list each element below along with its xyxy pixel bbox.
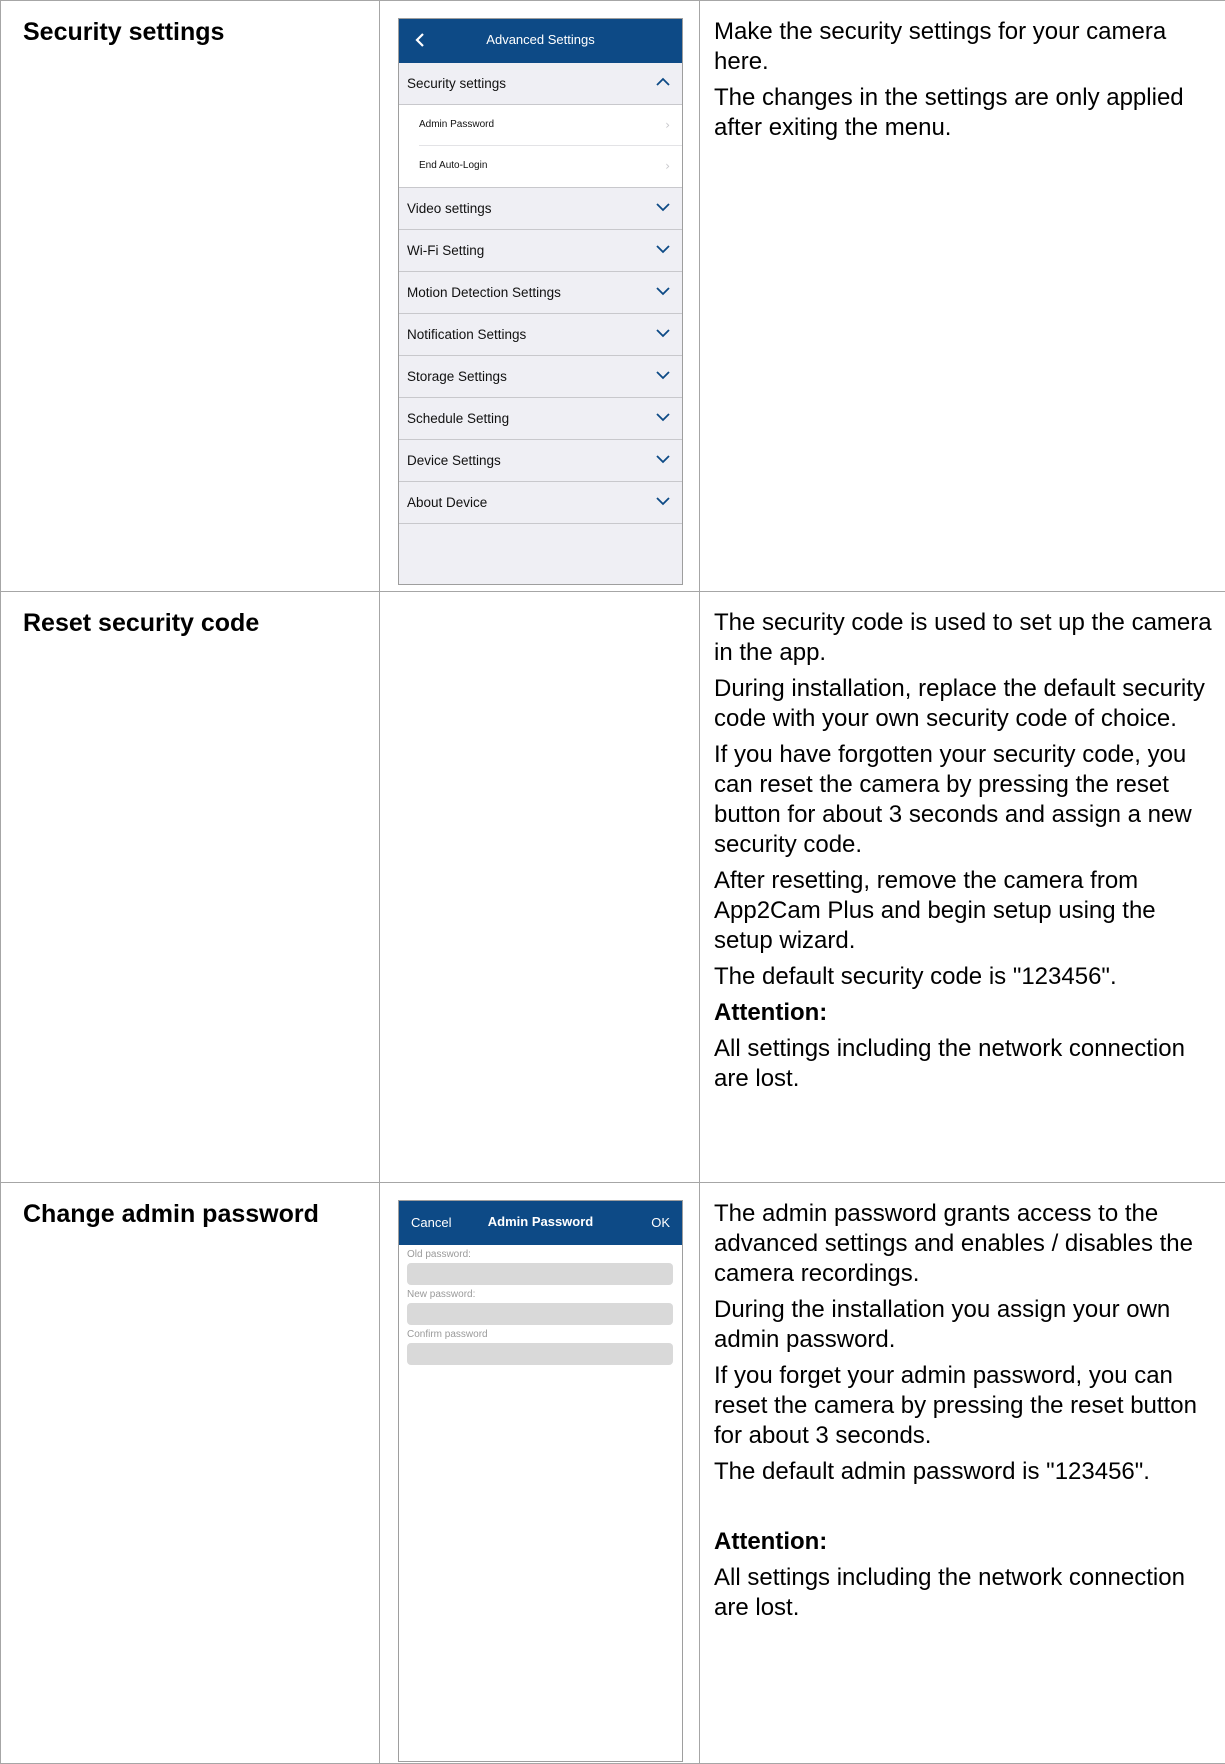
description-text: If you have forgotten your security code… <box>714 740 1216 860</box>
description-text: During the installation you assign your … <box>714 1295 1216 1355</box>
table-row: Reset security code The security code is… <box>1 592 1225 1183</box>
chevron-down-icon <box>656 328 670 338</box>
heading-cell: Reset security code <box>1 592 380 1183</box>
description-text: After resetting, remove the camera from … <box>714 866 1216 956</box>
new-password-field[interactable] <box>407 1303 673 1325</box>
section-label: Video settings <box>407 201 492 216</box>
sub-item-label: End Auto-Login <box>419 160 487 171</box>
section-notification-settings[interactable]: Notification Settings <box>399 314 682 356</box>
description-text: All settings including the network conne… <box>714 1563 1216 1623</box>
field-label: Old password: <box>399 1245 682 1262</box>
description-text: Make the security settings for your came… <box>714 17 1216 77</box>
description-cell: The admin password grants access to the … <box>700 1183 1225 1764</box>
chevron-down-icon <box>656 244 670 254</box>
table-row: Security settings Advanced Settings Secu… <box>1 1 1225 592</box>
chevron-down-icon <box>656 412 670 422</box>
section-label: Storage Settings <box>407 369 507 384</box>
section-device-settings[interactable]: Device Settings <box>399 440 682 482</box>
screenshot-cell: Advanced Settings Security settings Admi… <box>380 1 700 592</box>
row-heading: Security settings <box>1 1 379 47</box>
old-password-field[interactable] <box>407 1263 673 1285</box>
empty-cell <box>380 592 700 1183</box>
heading-cell: Security settings <box>1 1 380 592</box>
section-wifi-setting[interactable]: Wi-Fi Setting <box>399 230 682 272</box>
chevron-down-icon <box>656 370 670 380</box>
description-text: All settings including the network conne… <box>714 1034 1216 1094</box>
chevron-up-icon <box>656 77 670 87</box>
attention-label: Attention: <box>714 998 1216 1028</box>
section-video-settings[interactable]: Video settings <box>399 188 682 230</box>
sub-item-admin-password[interactable]: Admin Password › <box>399 105 682 146</box>
description-text: The admin password grants access to the … <box>714 1199 1216 1289</box>
chevron-right-icon: › <box>665 118 670 132</box>
nav-bar: Advanced Settings <box>399 19 682 63</box>
screenshot-cell: Cancel Admin Password OK Old password: N… <box>380 1183 700 1764</box>
description-text: The changes in the settings are only app… <box>714 83 1216 143</box>
admin-password-screen: Cancel Admin Password OK Old password: N… <box>398 1200 683 1762</box>
field-label: Confirm password <box>399 1325 682 1342</box>
section-label: About Device <box>407 495 487 510</box>
advanced-settings-screen: Advanced Settings Security settings Admi… <box>398 18 683 585</box>
section-label: Schedule Setting <box>407 411 509 426</box>
field-label: New password: <box>399 1285 682 1302</box>
section-schedule-setting[interactable]: Schedule Setting <box>399 398 682 440</box>
section-label: Device Settings <box>407 453 501 468</box>
sub-item-end-auto-login[interactable]: End Auto-Login › <box>399 146 682 188</box>
nav-title: Admin Password <box>399 1214 682 1229</box>
chevron-down-icon <box>656 496 670 506</box>
attention-label: Attention: <box>714 1527 1216 1557</box>
chevron-down-icon <box>656 202 670 212</box>
nav-title: Advanced Settings <box>399 32 682 47</box>
section-storage-settings[interactable]: Storage Settings <box>399 356 682 398</box>
heading-cell: Change admin password <box>1 1183 380 1764</box>
chevron-down-icon <box>656 454 670 464</box>
description-text: During installation, replace the default… <box>714 674 1216 734</box>
description-cell: Make the security settings for your came… <box>700 1 1225 592</box>
chevron-down-icon <box>656 286 670 296</box>
description-text: The default admin password is "123456". <box>714 1457 1216 1487</box>
section-label: Notification Settings <box>407 327 526 342</box>
ok-button[interactable]: OK <box>651 1215 670 1230</box>
row-heading: Reset security code <box>1 592 379 638</box>
description-text: If you forget your admin password, you c… <box>714 1361 1216 1451</box>
table-row: Change admin password Cancel Admin Passw… <box>1 1183 1225 1764</box>
description-text: The default security code is "123456". <box>714 962 1216 992</box>
instruction-table: Security settings Advanced Settings Secu… <box>0 0 1225 1764</box>
row-heading: Change admin password <box>1 1183 379 1229</box>
section-label: Wi-Fi Setting <box>407 243 484 258</box>
confirm-password-field[interactable] <box>407 1343 673 1365</box>
nav-bar: Cancel Admin Password OK <box>399 1201 682 1245</box>
section-label: Motion Detection Settings <box>407 285 561 300</box>
sub-item-label: Admin Password <box>419 119 494 130</box>
description-text: The security code is used to set up the … <box>714 608 1216 668</box>
section-about-device[interactable]: About Device <box>399 482 682 524</box>
section-motion-detection-settings[interactable]: Motion Detection Settings <box>399 272 682 314</box>
chevron-right-icon: › <box>665 159 670 173</box>
section-security-settings[interactable]: Security settings <box>399 63 682 105</box>
section-label: Security settings <box>407 76 506 91</box>
description-cell: The security code is used to set up the … <box>700 592 1225 1183</box>
